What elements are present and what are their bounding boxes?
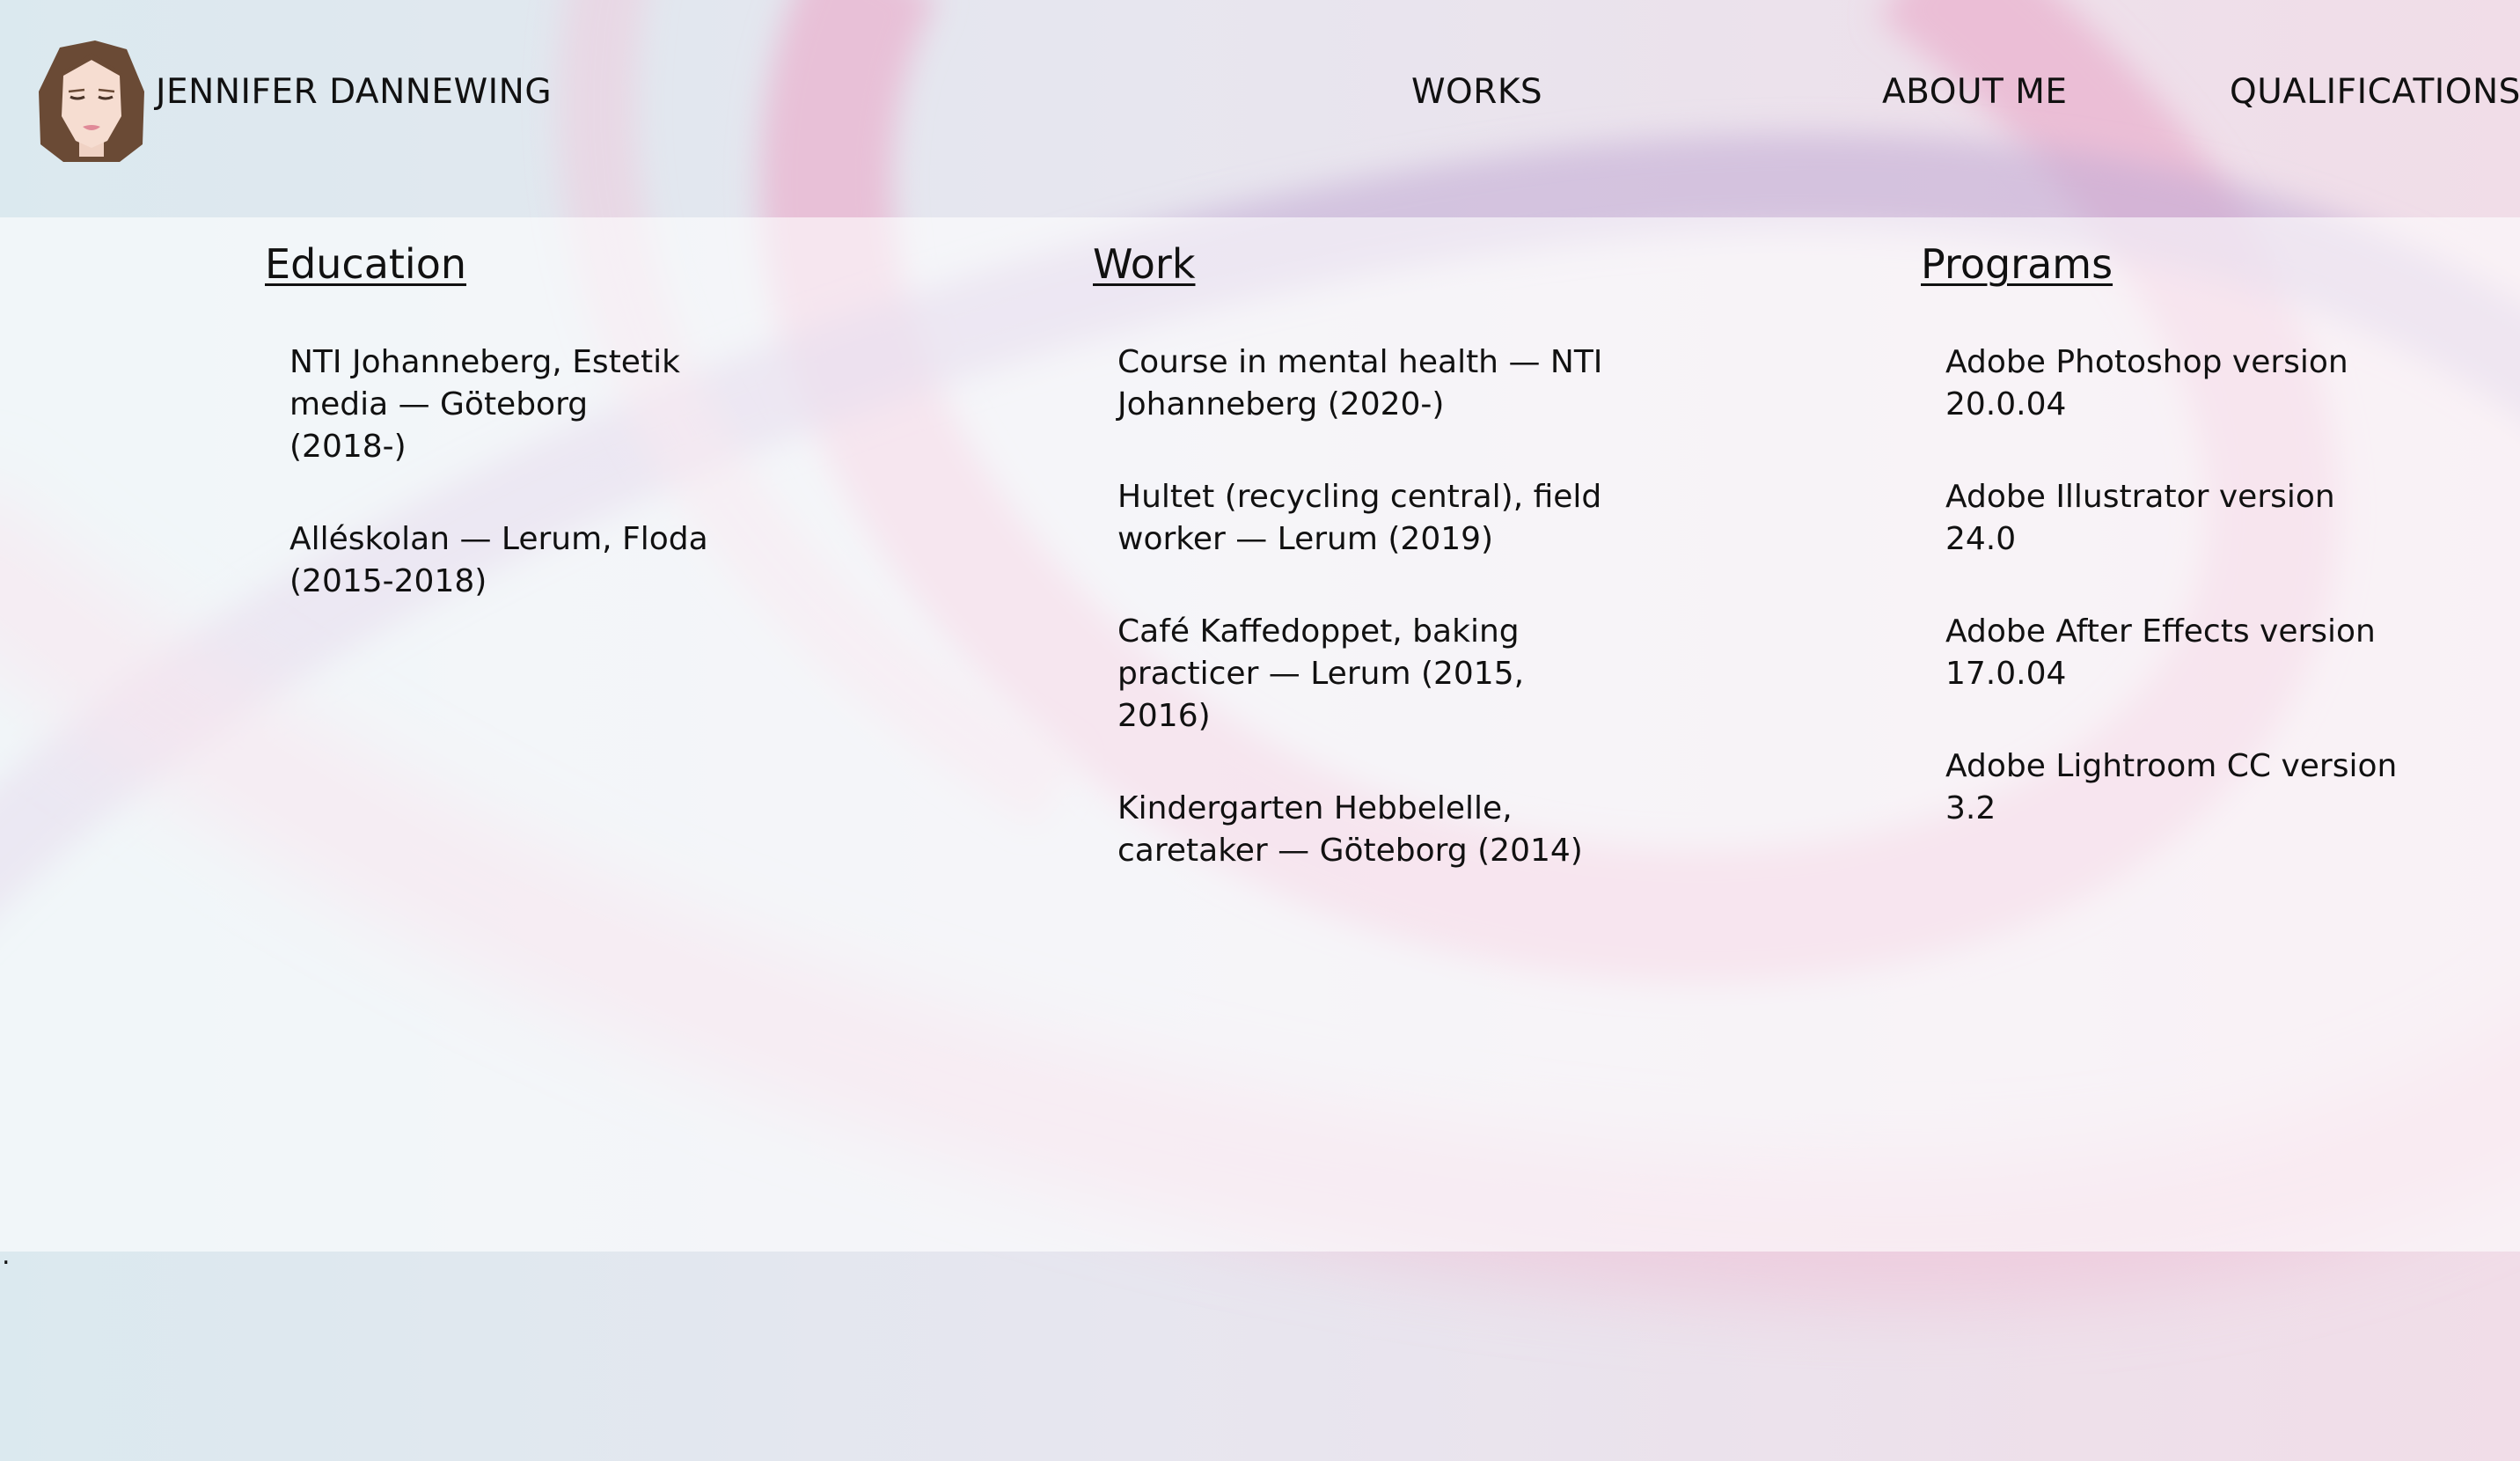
list-item: NTI Johanneberg, Estetik media — Götebor… xyxy=(289,344,680,465)
site-header: JENNIFER DANNEWING WORKS ABOUT ME QUALIF… xyxy=(0,0,2520,217)
education-heading: Education xyxy=(265,240,467,288)
list-item: Café Kaffedoppet, baking practicer — Ler… xyxy=(1117,613,1525,734)
programs-list: Adobe Photoshop version 20.0.04 Adobe Il… xyxy=(1921,341,2414,830)
list-item: Hultet (recycling central), field worker… xyxy=(1117,479,1602,557)
nav-qualifications-link[interactable]: QUALIFICATIONS xyxy=(2230,72,2520,112)
list-item: Adobe Illustrator version 24.0 xyxy=(1945,479,2335,557)
woman-portrait-icon[interactable] xyxy=(33,39,150,165)
work-heading: Work xyxy=(1093,240,1196,288)
nav-about-link[interactable]: ABOUT ME xyxy=(1882,72,2068,112)
work-list: Course in mental health — NTI Johanneber… xyxy=(1093,341,1621,872)
list-item: Adobe Lightroom CC version 3.2 xyxy=(1945,748,2398,826)
list-item: Course in mental health — NTI Johanneber… xyxy=(1117,344,1603,422)
list-item: Alléskolan — Lerum, Floda (2015-2018) xyxy=(289,521,708,599)
nav-works-link[interactable]: WORKS xyxy=(1411,72,1542,112)
list-item: Kindergarten Hebbelelle, caretaker — Göt… xyxy=(1117,790,1583,869)
programs-heading: Programs xyxy=(1921,240,2113,288)
education-column: Education NTI Johanneberg, Estetik media… xyxy=(265,238,793,653)
programs-column: Programs Adobe Photoshop version 20.0.04… xyxy=(1921,238,2414,880)
footer-text: . xyxy=(2,1240,11,1271)
work-column: Work Course in mental health — NTI Johan… xyxy=(1093,238,1621,922)
list-item: Adobe After Effects version 17.0.04 xyxy=(1945,613,2376,692)
education-list: NTI Johanneberg, Estetik media — Götebor… xyxy=(265,341,793,603)
list-item: Adobe Photoshop version 20.0.04 xyxy=(1945,344,2348,422)
site-name[interactable]: JENNIFER DANNEWING xyxy=(156,72,552,112)
site-footer xyxy=(0,1252,2520,1461)
